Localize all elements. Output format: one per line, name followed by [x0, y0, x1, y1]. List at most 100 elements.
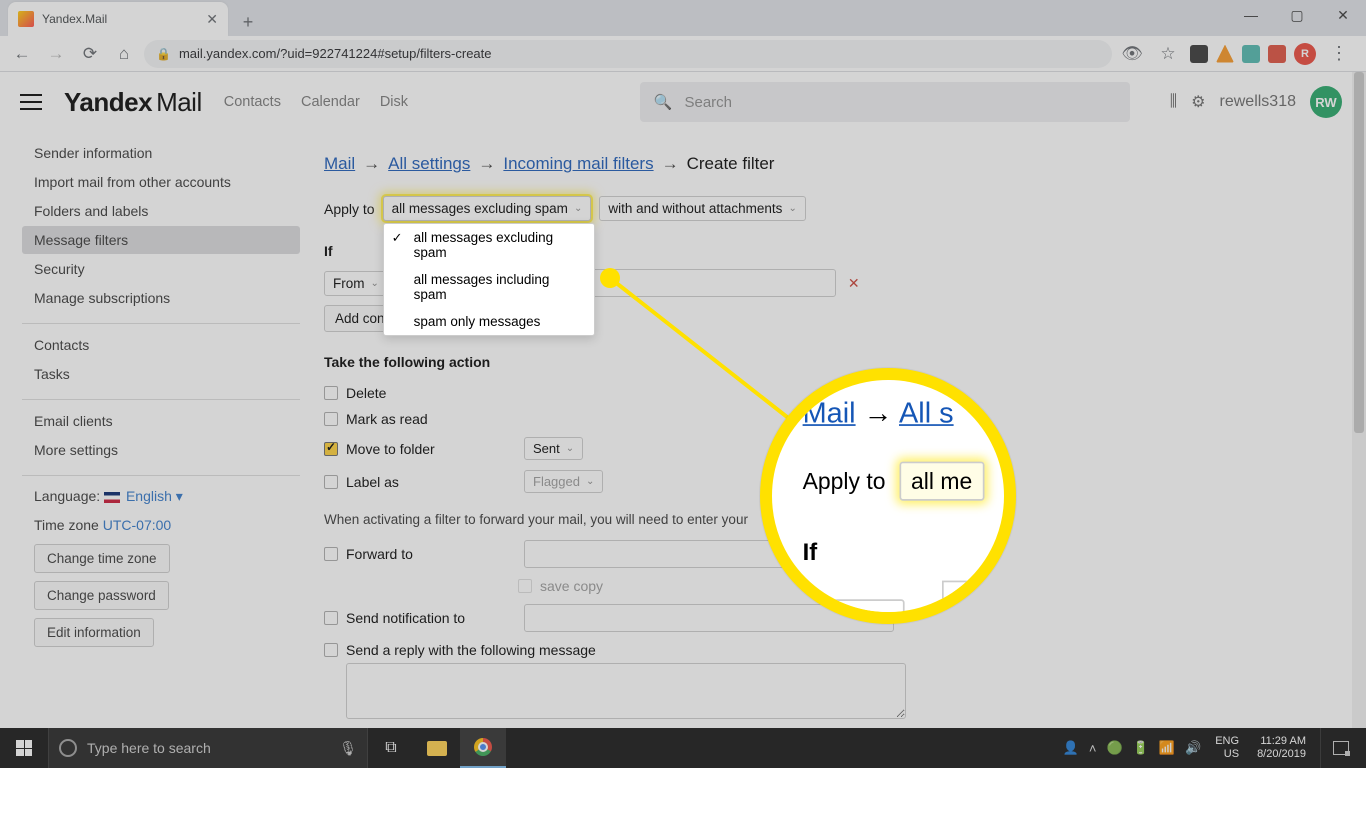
security-icon[interactable]: 🟢	[1106, 740, 1122, 756]
remove-condition-icon[interactable]: ✕	[842, 275, 866, 292]
nav-reload-icon[interactable]: ⟳	[76, 40, 104, 68]
crumb-mail[interactable]: Mail	[324, 154, 355, 174]
logo-thin: Mail	[156, 87, 202, 118]
sidebar-item-subscriptions[interactable]: Manage subscriptions	[22, 284, 300, 312]
user-avatar[interactable]: RW	[1310, 86, 1342, 118]
apply-attachments-select[interactable]: with and without attachments ⌄	[599, 196, 806, 221]
label-select[interactable]: Flagged ⌄	[524, 470, 603, 493]
sidebar-item-folders-labels[interactable]: Folders and labels	[22, 197, 300, 225]
dropdown-option[interactable]: ✓ all messages excluding spam	[384, 224, 594, 266]
search-placeholder: Search	[684, 94, 732, 111]
nav-calendar[interactable]: Calendar	[301, 94, 360, 110]
move-folder-select[interactable]: Sent⌄	[524, 437, 583, 460]
nav-disk[interactable]: Disk	[380, 94, 408, 110]
profile-avatar-icon[interactable]: R	[1294, 43, 1316, 65]
volume-icon[interactable]: 🔊	[1185, 740, 1201, 756]
chevron-down-icon: ⌄	[876, 613, 890, 624]
extension-icon[interactable]	[1242, 45, 1260, 63]
lock-icon: 🔒	[156, 47, 171, 61]
mic-icon[interactable]: 🎙	[339, 740, 357, 757]
omnibox[interactable]: 🔒 mail.yandex.com/?uid=922741224#setup/f…	[144, 40, 1112, 68]
checkbox-delete[interactable]	[324, 386, 338, 400]
eye-icon[interactable]: 👁	[1118, 40, 1146, 68]
network-icon[interactable]: 📶	[1159, 740, 1175, 756]
bookmark-star-icon[interactable]: ☆	[1154, 40, 1182, 68]
search-input[interactable]: 🔍 Search	[640, 82, 1130, 122]
sidebar-item-security[interactable]: Security	[22, 255, 300, 283]
windows-logo-icon	[16, 740, 32, 756]
dropdown-option[interactable]: all messages including spam	[384, 266, 594, 308]
chevron-down-icon: ⌄	[371, 278, 379, 289]
change-password-button[interactable]: Change password	[34, 581, 169, 610]
extension-icon[interactable]	[1190, 45, 1208, 63]
browser-tab[interactable]: Yandex.Mail ✕	[8, 2, 228, 36]
sidebar-item-tasks[interactable]: Tasks	[22, 360, 300, 388]
extension-icon[interactable]	[1268, 45, 1286, 63]
app-header: Yandex Mail Contacts Calendar Disk 🔍 Sea…	[0, 72, 1362, 132]
nav-contacts[interactable]: Contacts	[224, 94, 281, 110]
checkbox-move-folder[interactable]	[324, 442, 338, 456]
taskbar-search[interactable]: Type here to search 🎙	[48, 728, 368, 768]
action-center-icon[interactable]	[1320, 728, 1360, 768]
arrow-icon: →	[662, 154, 679, 174]
tray-clock[interactable]: 11:29 AM8/20/2019	[1253, 735, 1310, 760]
sidebar-item-email-clients[interactable]: Email clients	[22, 407, 300, 435]
checkbox-notify[interactable]	[324, 611, 338, 625]
language-row[interactable]: Language: English ▾	[22, 482, 300, 511]
crumb-all-settings[interactable]: All settings	[388, 154, 470, 174]
reply-message-textarea[interactable]	[346, 663, 906, 719]
sidebar-item-contacts[interactable]: Contacts	[22, 331, 300, 359]
sidebar-item-message-filters[interactable]: Message filters	[22, 226, 300, 254]
chrome-menu-icon[interactable]: ⋮	[1324, 43, 1354, 64]
clock-time: 11:29 AM	[1260, 735, 1306, 748]
window-minimize-button[interactable]: —	[1228, 0, 1274, 30]
window-maximize-button[interactable]: ▢	[1274, 0, 1320, 30]
dropdown-option[interactable]: spam only messages	[384, 308, 594, 335]
crumb-incoming-filters[interactable]: Incoming mail filters	[503, 154, 653, 174]
gear-icon[interactable]: ⚙	[1191, 92, 1205, 112]
condition-field-select[interactable]: From ⌄	[324, 271, 388, 296]
condition-value-input[interactable]	[556, 269, 836, 297]
chrome-icon[interactable]	[460, 728, 506, 768]
apply-to-label: Apply to	[324, 201, 375, 217]
sidebar-item-import-mail[interactable]: Import mail from other accounts	[22, 168, 300, 196]
apply-attachments-value: with and without attachments	[608, 201, 782, 216]
hamburger-icon[interactable]	[20, 94, 42, 110]
mag-apply-label: Apply to	[803, 468, 886, 494]
checkbox-mark-read[interactable]	[324, 412, 338, 426]
action-label-label: Label as	[346, 474, 516, 490]
layout-icon[interactable]: ⫼	[1170, 93, 1177, 111]
sidebar-item-more-settings[interactable]: More settings	[22, 436, 300, 464]
timezone-value[interactable]: UTC-07:00	[103, 517, 171, 533]
new-tab-button[interactable]: +	[234, 8, 262, 36]
task-view-icon[interactable]: ⧉	[368, 728, 414, 768]
nav-back-icon[interactable]: ←	[8, 40, 36, 68]
settings-sidebar: Sender information Import mail from othe…	[0, 132, 300, 728]
username-label[interactable]: rewells318	[1220, 93, 1296, 111]
checkbox-reply[interactable]	[324, 643, 338, 657]
sidebar-item-sender-info[interactable]: Sender information	[22, 139, 300, 167]
apply-scope-select[interactable]: all messages excluding spam ⌄ ✓ all mess…	[383, 196, 592, 221]
start-button[interactable]	[0, 740, 48, 756]
people-icon[interactable]: 👤	[1063, 740, 1079, 756]
label-value: Flagged	[533, 474, 580, 489]
page-scrollbar[interactable]	[1352, 72, 1366, 728]
tab-close-icon[interactable]: ✕	[206, 11, 218, 28]
tray-chevron-up-icon[interactable]: ˄	[1089, 741, 1097, 756]
logo-bold: Yandex	[64, 87, 152, 118]
yandex-mail-logo[interactable]: Yandex Mail	[64, 87, 202, 118]
battery-icon[interactable]: 🔋	[1133, 740, 1149, 756]
chevron-down-icon: ⌄	[586, 476, 594, 487]
nav-home-icon[interactable]: ⌂	[110, 40, 138, 68]
file-explorer-icon[interactable]	[414, 728, 460, 768]
checkbox-forward[interactable]	[324, 547, 338, 561]
checkbox-label-as[interactable]	[324, 475, 338, 489]
change-timezone-button[interactable]: Change time zone	[34, 544, 170, 573]
edit-information-button[interactable]: Edit information	[34, 618, 154, 647]
window-close-button[interactable]: ✕	[1320, 0, 1366, 30]
nav-forward-icon[interactable]: →	[42, 40, 70, 68]
lang-code: ENG	[1215, 735, 1239, 748]
chevron-down-icon: ⌄	[788, 203, 796, 214]
extension-icon[interactable]	[1216, 45, 1234, 63]
tray-language[interactable]: ENGUS	[1211, 735, 1243, 760]
